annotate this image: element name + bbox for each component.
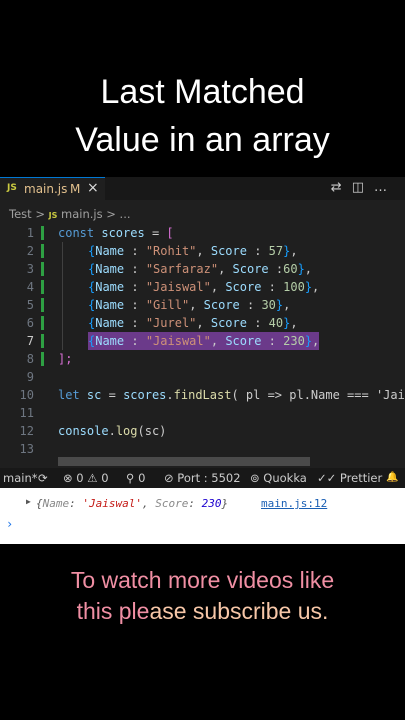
devtools-console: ▶ {Name: 'Jaiswal', Score: 230} main.js:… [0,488,405,544]
close-icon[interactable]: × [87,180,99,196]
git-change-marker [41,352,44,366]
function-name: findLast [173,388,232,402]
live-server-port[interactable]: ⊘ Port : 5502 [164,471,241,485]
name-value: "Gill" [145,298,190,312]
code-line: 10 let sc = scores.findLast( pl => pl.Na… [0,386,405,404]
variable: console [58,424,109,438]
tab-label: main.js [24,182,68,196]
keyword: let [58,388,80,402]
line-number: 6 [26,316,34,330]
ports-indicator[interactable]: ⚲ 0 [126,471,145,485]
name-value: "Sarfaraz" [145,262,219,276]
line-number: 3 [26,262,34,276]
code-line: 2 {Name : "Rohit", Score : 57}, [0,242,405,260]
console-output[interactable]: {Name: 'Jaiswal', Score: 230} [36,497,228,510]
modified-indicator: M [70,182,81,196]
variable: scores [123,388,167,402]
text-selection: {Name : "Jaiswal", Score : 230}, [88,332,320,350]
video-title-line1: Last Matched [100,73,305,111]
breadcrumb: Test > JS main.js > ... [9,207,131,221]
line-number: 7 [26,334,34,348]
editor-actions: ⇄◫… [331,180,397,195]
tab-bar: JS main.js M × ⇄◫… [0,177,405,200]
line-number: 11 [19,406,34,420]
bracket: [ [166,226,174,240]
git-change-marker [41,226,44,240]
name-value: "Jaiswal" [145,280,211,294]
code-line: 9 [0,368,405,386]
variable: sc [86,388,102,402]
cursor: . [166,388,174,402]
more-actions-icon[interactable]: … [374,180,397,195]
horizontal-scrollbar[interactable] [58,457,310,466]
status-bar: main* ⟳ ⊗ 0 ⚠ 0 ⚲ 0 ⊘ Port : 5502 ⊚ Quok… [0,468,405,488]
code-editor: JS main.js M × ⇄◫… Test > JS main.js > .… [0,177,405,468]
line-number: 8 [26,352,34,366]
problems-indicator[interactable]: ⊗ 0 ⚠ 0 [63,471,109,485]
name-value: "Jurel" [145,316,197,330]
code-line: 12 console.log(sc) [0,422,405,440]
code-line: 13 [0,440,405,458]
git-change-marker [41,316,44,330]
line-number: 2 [26,244,34,258]
video-title: Last Matched Value in an array [0,68,405,164]
js-file-icon: JS [48,211,58,220]
function-name: log [115,424,138,438]
line-number: 1 [26,226,34,240]
code-line: 6 {Name : "Jurel", Score : 40}, [0,314,405,332]
operator: = [144,226,167,240]
compare-changes-icon[interactable]: ⇄ [331,180,352,195]
line-number: 13 [19,442,34,456]
git-change-marker [41,244,44,258]
git-change-marker [41,280,44,294]
breadcrumb-symbol[interactable]: ... [120,207,131,221]
code-line: 11 [0,404,405,422]
variable: scores [101,226,145,240]
git-change-marker [41,298,44,312]
subscribe-caption-line2: this please subscribe us. [76,598,329,624]
line-number: 4 [26,280,34,294]
code-line: 4 {Name : "Jaiswal", Score : 100}, [0,278,405,296]
breadcrumb-file[interactable]: main.js [61,207,103,221]
notification-bell-icon[interactable]: 🔔 [386,472,398,483]
score-value: 60 [283,262,298,276]
line-number: 5 [26,298,34,312]
video-title-line2: Value in an array [75,121,330,159]
branch-indicator[interactable]: main* [3,471,37,485]
code-line: 5 {Name : "Gill", Score : 30}, [0,296,405,314]
keyword: const [58,226,95,240]
line-number: 10 [19,388,34,402]
code-line-selected: 7 {Name : "Jaiswal", Score : 230}, [0,332,405,350]
code-line: 1 const scores = [ [0,224,405,242]
code-line: 3 {Name : "Sarfaraz", Score :60}, [0,260,405,278]
split-editor-icon[interactable]: ◫ [352,180,374,195]
name-value: "Rohit" [145,244,197,258]
score-value: 100 [283,280,305,294]
prettier-indicator[interactable]: ✓✓ Prettier [317,471,382,485]
line-number: 9 [26,370,34,384]
subscribe-caption: To watch more videos like this please su… [0,565,405,627]
name-value: "Jaiswal" [145,334,211,348]
score-value: 230 [283,334,305,348]
score-value: 30 [261,298,276,312]
closing-bracket: ]; [58,352,73,366]
tab-main-js[interactable]: JS main.js M × [0,177,105,200]
chevron-right-icon: > [106,207,116,221]
code-line: 8 ]; [0,350,405,368]
subscribe-caption-line1: To watch more videos like [70,567,335,593]
git-change-marker [41,334,44,348]
git-change-marker [41,262,44,276]
score-value: 57 [268,244,284,258]
breadcrumb-folder[interactable]: Test [9,207,32,221]
quokka-indicator[interactable]: ⊚ Quokka [250,471,307,485]
line-number: 12 [19,424,34,438]
sync-icon[interactable]: ⟳ [38,471,48,485]
expand-arrow-icon[interactable]: ▶ [26,497,31,506]
chevron-right-icon: > [35,207,45,221]
score-value: 40 [268,316,284,330]
console-prompt-icon[interactable]: › [6,517,13,531]
js-file-icon: JS [7,183,17,193]
source-link[interactable]: main.js:12 [261,497,327,510]
